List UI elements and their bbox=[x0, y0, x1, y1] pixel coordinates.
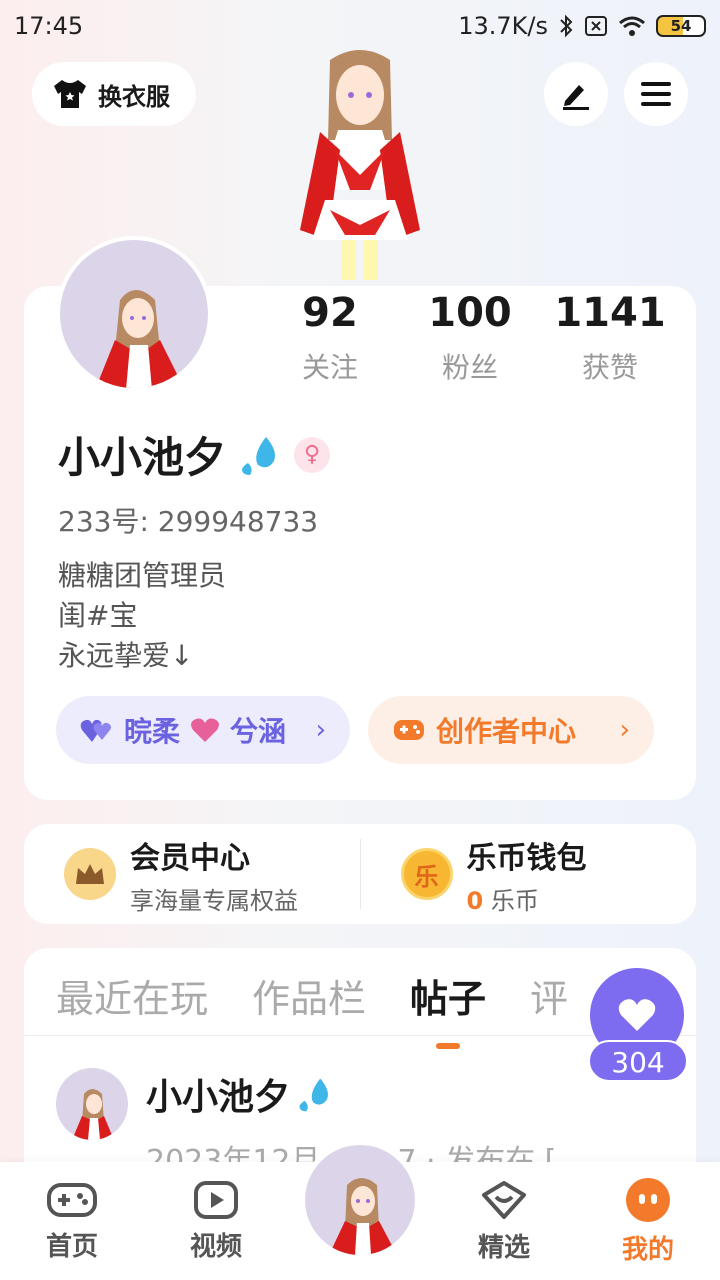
chevron-right-icon: › bbox=[619, 715, 630, 745]
nav-featured-label: 精选 bbox=[477, 1232, 530, 1263]
member-center-button[interactable]: 会员中心 享海量专属权益 bbox=[24, 833, 360, 916]
status-time: 17:45 bbox=[14, 12, 84, 40]
sim-icon bbox=[585, 16, 607, 36]
mine-face-icon bbox=[626, 1177, 670, 1222]
nav-featured[interactable]: 精选 bbox=[432, 1162, 576, 1280]
coin-icon: 乐 bbox=[400, 848, 453, 900]
coin-wallet-title: 乐币钱包 bbox=[466, 840, 587, 876]
tab-recently-played[interactable]: 最近在玩 bbox=[56, 968, 208, 1035]
bio-line: 永远挚爱↓ bbox=[58, 639, 194, 672]
nav-video[interactable]: 视频 bbox=[144, 1162, 288, 1280]
name-row: 小小池夕 ♀ bbox=[58, 424, 331, 485]
profile-bio: 糖糖团管理员 闺#宝 永远挚爱↓ bbox=[58, 556, 226, 676]
post-author-row: 小小池夕 bbox=[146, 1068, 585, 1120]
heart-icon bbox=[618, 999, 656, 1031]
couple-relation-button[interactable]: 晥柔 兮涵 › bbox=[56, 696, 350, 764]
nav-center-avatar[interactable] bbox=[300, 1140, 420, 1260]
member-center-title: 会员中心 bbox=[130, 840, 250, 876]
wallet-card: 会员中心 享海量专属权益 乐 乐币钱包 0 乐币 bbox=[24, 824, 696, 924]
featured-heart-icon bbox=[482, 1180, 526, 1219]
nav-mine[interactable]: 我的 bbox=[576, 1162, 720, 1280]
tab-comments[interactable]: 评 bbox=[530, 968, 568, 1035]
bio-line: 糖糖团管理员 bbox=[58, 559, 227, 592]
account-id[interactable]: 233号: 299948733 bbox=[58, 500, 318, 540]
member-center-subtitle: 享海量专属权益 bbox=[130, 886, 298, 915]
stat-value: 92 bbox=[302, 290, 358, 336]
couple-hearts-icon bbox=[80, 719, 111, 742]
menu-icon bbox=[641, 82, 671, 106]
battery-icon: 54 bbox=[656, 15, 706, 37]
change-outfit-button[interactable]: 换衣服 bbox=[32, 62, 196, 126]
stat-following[interactable]: 92 关注 bbox=[260, 290, 400, 386]
profile-avatar[interactable] bbox=[56, 236, 212, 392]
stat-label: 关注 bbox=[301, 351, 358, 384]
nav-home-label: 首页 bbox=[45, 1231, 98, 1262]
water-drop-badge-icon bbox=[242, 436, 276, 475]
avatar-character-image[interactable] bbox=[280, 40, 440, 290]
menu-button[interactable] bbox=[624, 62, 688, 126]
profile-stats: 92 关注 100 粉丝 1141 获赞 bbox=[260, 290, 680, 386]
tab-posts[interactable]: 帖子 bbox=[410, 968, 486, 1035]
profile-name: 小小池夕 bbox=[58, 433, 227, 482]
stat-label: 粉丝 bbox=[441, 351, 498, 384]
post-avatar[interactable] bbox=[56, 1068, 128, 1140]
video-icon bbox=[194, 1180, 238, 1219]
wifi-icon bbox=[619, 16, 645, 36]
nav-home[interactable]: 首页 bbox=[0, 1162, 144, 1280]
nav-mine-label: 我的 bbox=[621, 1234, 674, 1265]
chevron-right-icon: › bbox=[315, 715, 326, 745]
shirt-icon bbox=[54, 80, 86, 108]
female-icon: ♀ bbox=[294, 436, 331, 473]
network-speed: 13.7K/s bbox=[458, 12, 548, 40]
couple-right-name: 兮涵 bbox=[230, 715, 287, 748]
gamepad-outline-icon bbox=[47, 1182, 97, 1217]
stat-value: 100 bbox=[428, 290, 512, 336]
stat-likes[interactable]: 1141 获赞 bbox=[540, 290, 680, 386]
crown-icon bbox=[64, 848, 116, 900]
couple-left-name: 晥柔 bbox=[124, 715, 181, 748]
edit-button[interactable] bbox=[544, 62, 608, 126]
stat-value: 1141 bbox=[554, 290, 666, 336]
water-drop-badge-icon bbox=[299, 1078, 328, 1112]
tab-works[interactable]: 作品栏 bbox=[252, 968, 366, 1035]
heart-icon bbox=[191, 718, 219, 742]
center-avatar-image bbox=[305, 1145, 415, 1255]
gamepad-icon bbox=[394, 720, 424, 740]
coin-balance: 0 乐币 bbox=[467, 881, 587, 916]
coin-unit: 乐币 bbox=[490, 886, 539, 915]
change-outfit-label: 换衣服 bbox=[98, 82, 170, 111]
nav-video-label: 视频 bbox=[189, 1231, 242, 1262]
status-icons: 13.7K/s 54 bbox=[458, 12, 706, 40]
edit-icon bbox=[563, 85, 589, 110]
stat-label: 获赞 bbox=[581, 351, 638, 384]
creator-center-label: 创作者中心 bbox=[436, 715, 577, 748]
creator-center-button[interactable]: 创作者中心 › bbox=[368, 696, 654, 764]
stat-followers[interactable]: 100 粉丝 bbox=[400, 290, 540, 386]
like-count: 304 bbox=[588, 1040, 688, 1082]
post-author-name: 小小池夕 bbox=[146, 1077, 291, 1118]
coin-amount: 0 bbox=[466, 886, 484, 915]
coin-wallet-button[interactable]: 乐 乐币钱包 0 乐币 bbox=[361, 833, 697, 916]
bluetooth-icon bbox=[560, 14, 573, 38]
bio-line: 闺#宝 bbox=[58, 599, 138, 632]
